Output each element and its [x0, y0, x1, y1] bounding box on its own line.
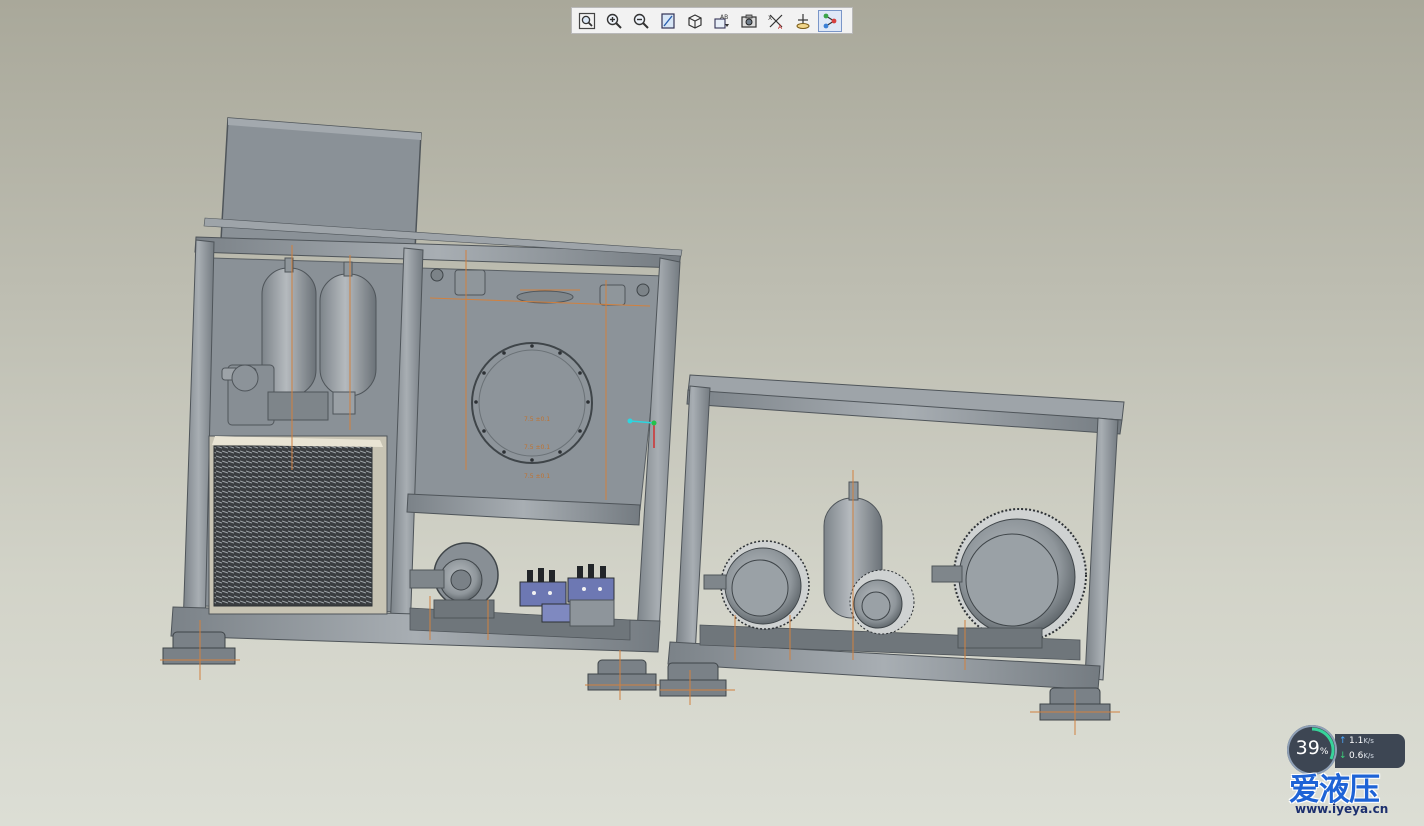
- zoom-out-icon: [633, 13, 649, 29]
- cpu-percent: 39%: [1287, 737, 1337, 759]
- download-rate-row: ↓ 0.6K/s: [1339, 749, 1405, 764]
- network-rates: ↑ 1.1K/s ↓ 0.6K/s: [1335, 734, 1405, 768]
- download-unit: K/s: [1363, 752, 1374, 760]
- download-rate: 0.6: [1349, 751, 1364, 761]
- hydraulic-unit-model[interactable]: 7.5 ±0.1 7.5 ±0.1 7.5 ±0.1: [0, 0, 1424, 826]
- hole-label: 7.5 ±0.1: [524, 416, 550, 423]
- cpu-percent-sign: %: [1319, 747, 1329, 757]
- named-views-icon: AB: [714, 14, 729, 29]
- upload-unit: K/s: [1363, 737, 1374, 745]
- upload-rate-row: ↑ 1.1K/s: [1339, 734, 1405, 749]
- cpu-percent-value: 39: [1295, 737, 1320, 759]
- zoom-area-button[interactable]: [656, 10, 680, 32]
- capture-button[interactable]: [737, 10, 761, 32]
- hole-label: 7.5 ±0.1: [524, 444, 550, 451]
- zoom-fit-icon: [578, 12, 596, 29]
- watermark-url: www.iyeya.cn: [1295, 802, 1389, 816]
- download-arrow-icon: ↓: [1339, 751, 1347, 761]
- datum-display-icon: XA: [768, 14, 783, 30]
- zoom-out-button[interactable]: [629, 10, 653, 32]
- zoom-fit-button[interactable]: [575, 10, 599, 32]
- model-tree-button[interactable]: [818, 9, 842, 32]
- spin-center-button[interactable]: [791, 10, 815, 32]
- spin-center-icon: [796, 13, 810, 29]
- svg-text:A: A: [778, 24, 783, 30]
- zoom-area-icon: [661, 12, 675, 29]
- view-cube-icon: [688, 13, 702, 29]
- svg-text:AB: AB: [720, 14, 728, 21]
- site-watermark: 爱液压 www.iyeya.cn: [1287, 764, 1419, 820]
- left-frame[interactable]: [162, 117, 683, 691]
- zoom-in-button[interactable]: [602, 10, 626, 32]
- model-tree-icon: [823, 13, 837, 28]
- capture-icon: [741, 14, 757, 28]
- upload-rate: 1.1: [1349, 736, 1364, 746]
- view-toolbar: AB XA: [571, 7, 853, 34]
- view-cube-button[interactable]: [683, 10, 707, 32]
- svg-text:X: X: [768, 15, 772, 22]
- 3d-viewport[interactable]: 7.5 ±0.1 7.5 ±0.1 7.5 ±0.1 AB X A ↑ 1.1K…: [0, 0, 1424, 826]
- datum-display-button[interactable]: XA: [764, 10, 788, 32]
- right-frame[interactable]: [659, 374, 1125, 721]
- zoom-in-icon: [606, 13, 622, 29]
- named-views-button[interactable]: AB: [710, 10, 734, 32]
- upload-arrow-icon: ↑: [1339, 736, 1347, 746]
- hole-label: 7.5 ±0.1: [524, 473, 550, 480]
